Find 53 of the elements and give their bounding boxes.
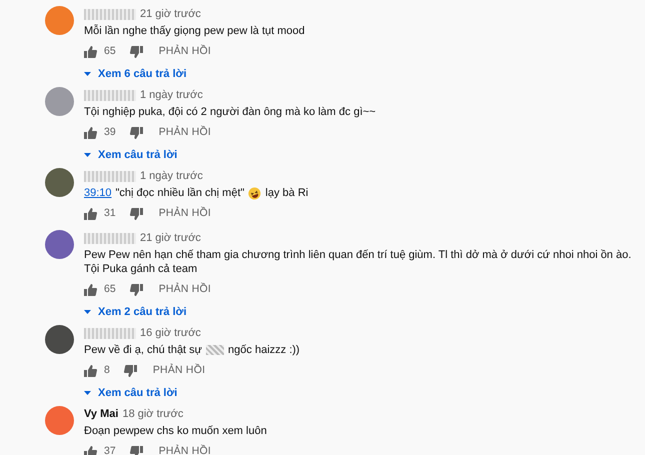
thumbs-down-icon[interactable] xyxy=(124,365,137,377)
thumbs-down-icon[interactable] xyxy=(130,446,143,455)
comment-text: lạy bà Ri xyxy=(265,186,308,200)
comment-time[interactable]: 21 giờ trước xyxy=(140,7,201,21)
reply-button[interactable]: PHẢN HỒI xyxy=(158,282,212,298)
view-replies-button[interactable]: Xem 2 câu trả lời xyxy=(84,305,187,319)
like-count: 31 xyxy=(104,206,116,222)
comment-time[interactable]: 1 ngày trước xyxy=(140,169,203,183)
caret-icon xyxy=(84,310,91,314)
like-count: 39 xyxy=(104,125,116,140)
thumbs-up-icon[interactable] xyxy=(84,284,97,296)
reply-button[interactable]: PHẢN HỒI xyxy=(158,444,212,455)
comment-text: Tội nghiệp puka, đội có 2 người đàn ông mà ko làm đc gì~~ xyxy=(84,105,376,119)
reply-button[interactable]: PHẢN HỒI xyxy=(158,206,212,222)
thumbs-up-icon[interactable] xyxy=(84,446,97,455)
thumbs-down-icon[interactable] xyxy=(130,46,143,58)
thumbs-up-icon[interactable] xyxy=(84,46,97,58)
like-count: 37 xyxy=(104,444,116,455)
view-replies-button[interactable]: Xem 6 câu trả lời xyxy=(84,67,187,81)
blurred-author-name xyxy=(84,8,136,20)
comment-text: Đoạn pewpew chs ko muốn xem luôn xyxy=(84,424,267,438)
comment-time[interactable]: 16 giờ trước xyxy=(140,326,201,340)
comment-text: Pew Pew nên hạn chế tham gia chương trình liên quan đến trí tuệ giùm. Tl thì dở mà ở dưới cứ nhoi nhoi ồn ào. Tội Puka gánh cả team xyxy=(84,248,632,276)
blurred-author-name xyxy=(84,328,136,338)
like-count: 65 xyxy=(104,282,116,298)
thumbs-up-icon[interactable] xyxy=(84,127,97,139)
comment-time[interactable]: 1 ngày trước xyxy=(140,88,203,102)
blurred-author-name xyxy=(84,170,136,182)
thumbs-down-icon[interactable] xyxy=(130,127,143,139)
thumbs-up-icon[interactable] xyxy=(84,365,97,377)
caret-icon xyxy=(84,391,91,395)
thumbs-down-icon[interactable] xyxy=(130,208,143,220)
comment-text: Mỗi lần nghe thấy giọng pew pew là tụt mood xyxy=(84,24,305,38)
caret-icon xyxy=(84,72,91,76)
author-name[interactable]: Vy Mai xyxy=(84,407,118,421)
comment-text: ngốc haizzz :)) xyxy=(228,343,300,357)
timestamp-link[interactable]: 39:10 xyxy=(84,186,112,200)
comment-text: Pew về đi ạ, chú thật sự xyxy=(84,343,202,357)
comment-text: "chị đọc nhiều lần chị mệt" xyxy=(116,186,244,200)
comment-time[interactable]: 21 giờ trước xyxy=(140,231,201,245)
like-count: 65 xyxy=(104,44,116,60)
thumbs-down-icon[interactable] xyxy=(130,284,143,296)
view-replies-button[interactable]: Xem câu trả lời xyxy=(84,148,178,162)
like-count: 8 xyxy=(104,363,110,378)
comment-time[interactable]: 18 giờ trước xyxy=(122,407,184,421)
blurred-author-name xyxy=(84,90,136,100)
reply-button[interactable]: PHẢN HỒI xyxy=(158,125,212,141)
blurred-author-name xyxy=(84,232,136,244)
reply-button[interactable]: PHẢN HỒI xyxy=(158,44,212,60)
view-replies-button[interactable]: Xem câu trả lời xyxy=(84,386,178,400)
caret-icon xyxy=(84,153,91,157)
reply-button[interactable]: PHẢN HỒI xyxy=(152,363,206,379)
thumbs-up-icon[interactable] xyxy=(84,208,97,220)
